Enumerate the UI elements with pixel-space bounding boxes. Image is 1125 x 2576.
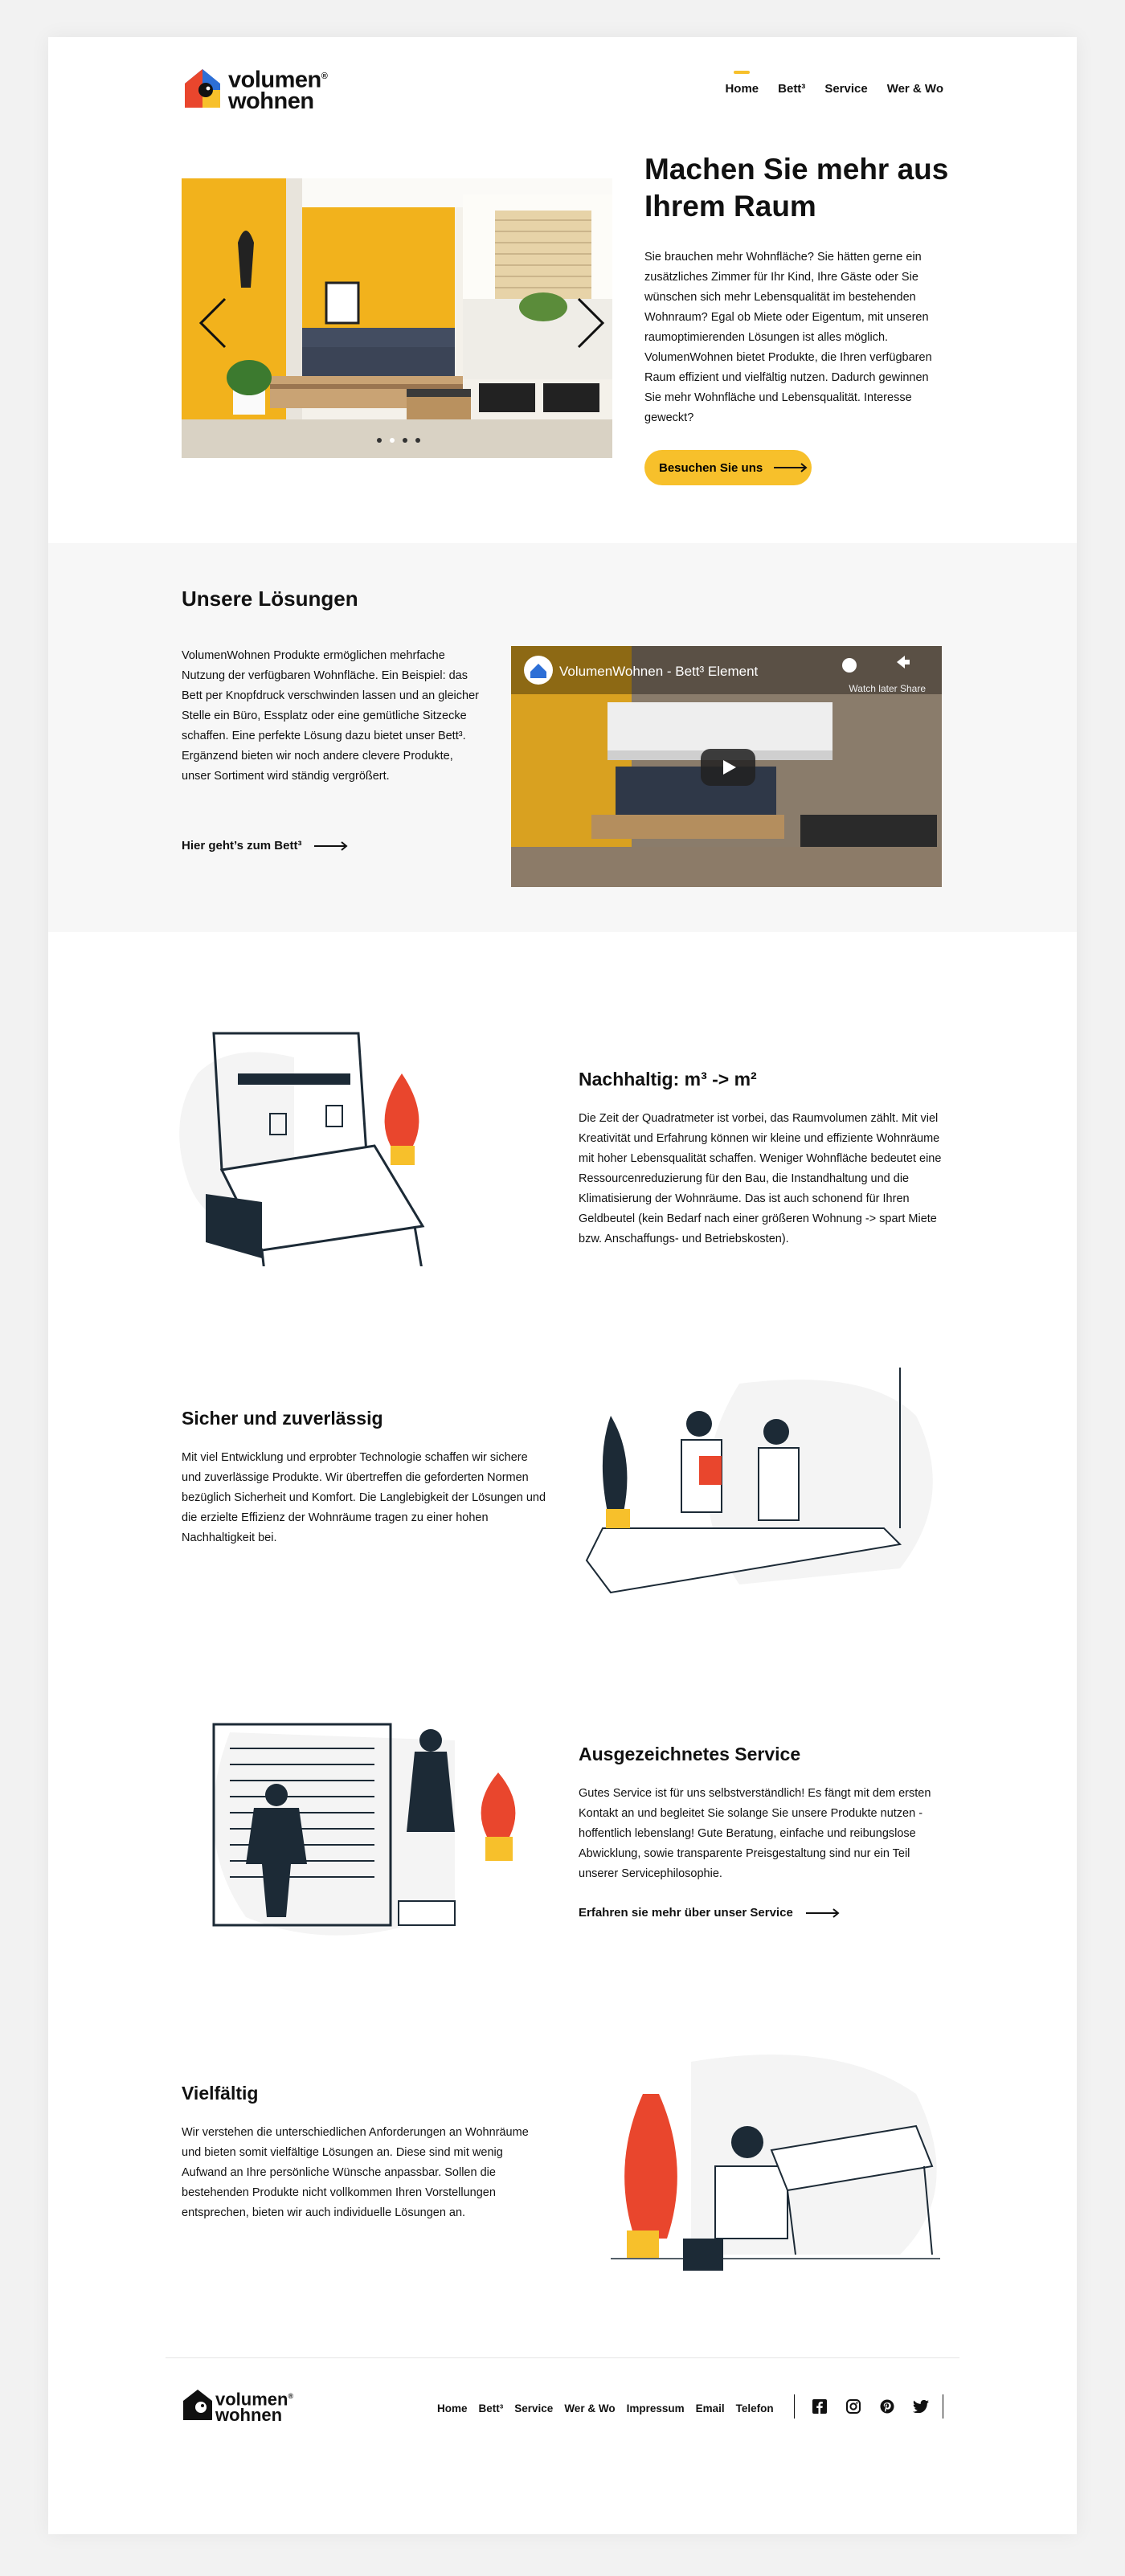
arrow-right-icon bbox=[805, 1907, 840, 1918]
footer-link-bett[interactable]: Bett³ bbox=[479, 2402, 504, 2414]
feature-secure-text: Mit viel Entwicklung und erprobter Techn… bbox=[182, 1451, 546, 1544]
page: volumen® wohnen Home Bett³ Service Wer &… bbox=[48, 37, 1077, 2534]
main-nav: Home Bett³ Service Wer & Wo bbox=[725, 82, 943, 96]
feature-sustainable-text: Die Zeit der Quadratmeter ist vorbei, da… bbox=[579, 1112, 942, 1245]
footer-link-impressum[interactable]: Impressum bbox=[627, 2402, 685, 2414]
logo-text: volumen® wohnen bbox=[228, 67, 328, 114]
footer-link-wer-wo[interactable]: Wer & Wo bbox=[564, 2402, 615, 2414]
nav-wer-wo[interactable]: Wer & Wo bbox=[887, 82, 943, 96]
feature-sustainable-title: Nachhaltig: m³ -> m² bbox=[579, 1069, 757, 1090]
video-actions-label[interactable]: Watch later Share bbox=[849, 683, 926, 694]
logo[interactable]: volumen® wohnen bbox=[182, 66, 358, 114]
twitter-icon[interactable] bbox=[912, 2398, 930, 2415]
footer-logo-text: volumen® wohnen bbox=[215, 2389, 294, 2426]
social-links bbox=[794, 2394, 943, 2419]
nav-bett[interactable]: Bett³ bbox=[778, 82, 805, 96]
solutions-section: Unsere Lösungen VolumenWohnen Produkte e… bbox=[48, 543, 1077, 932]
logo-house-icon bbox=[183, 2390, 212, 2420]
bett-link-label: Hier geht’s zum Bett³ bbox=[182, 839, 302, 853]
arrow-right-icon bbox=[314, 840, 349, 851]
service-illustration bbox=[198, 1708, 535, 1961]
nav-home[interactable]: Home bbox=[725, 82, 759, 96]
footer-divider bbox=[166, 2357, 959, 2358]
logo-house-icon bbox=[185, 69, 220, 108]
instagram-icon[interactable] bbox=[845, 2398, 862, 2415]
footer-link-telefon[interactable]: Telefon bbox=[736, 2402, 774, 2414]
bett-link[interactable]: Hier geht’s zum Bett³ bbox=[182, 839, 349, 853]
hero-title: Machen Sie mehr aus Ihrem Raum bbox=[644, 153, 949, 223]
footer-logo[interactable]: volumen® wohnen bbox=[182, 2388, 318, 2430]
pinterest-icon[interactable] bbox=[878, 2398, 896, 2415]
hero-room-image bbox=[182, 178, 612, 458]
bed-illustration bbox=[166, 1025, 439, 1323]
feature-secure-title: Sicher und zuverlässig bbox=[182, 1408, 383, 1429]
watch-later-icon bbox=[842, 658, 857, 673]
hero-carousel[interactable] bbox=[182, 178, 612, 458]
solutions-text: VolumenWohnen Produkte ermöglichen mehrf… bbox=[182, 649, 479, 783]
designer-illustration bbox=[595, 2046, 948, 2307]
video-title: VolumenWohnen - Bett³ Element bbox=[559, 664, 759, 679]
footer-link-home[interactable]: Home bbox=[437, 2402, 468, 2414]
video-player[interactable]: VolumenWohnen - Bett³ Element Watch late… bbox=[511, 646, 942, 887]
facebook-icon[interactable] bbox=[811, 2398, 828, 2415]
engineers-illustration bbox=[579, 1368, 948, 1629]
feature-service-title: Ausgezeichnetes Service bbox=[579, 1744, 801, 1764]
visit-us-label: Besuchen Sie uns bbox=[659, 460, 763, 475]
service-link-label: Erfahren sie mehr über unser Service bbox=[579, 1906, 793, 1920]
feature-service-text: Gutes Service ist für uns selbstverständ… bbox=[579, 1787, 931, 1880]
hero-text: Sie brauchen mehr Wohnfläche? Sie hätten… bbox=[644, 251, 932, 424]
play-button[interactable] bbox=[701, 749, 755, 786]
arrow-right-icon bbox=[774, 463, 808, 472]
service-link[interactable]: Erfahren sie mehr über unser Service bbox=[579, 1906, 840, 1920]
feature-versatile-text: Wir verstehen die unterschiedlichen Anfo… bbox=[182, 2126, 529, 2219]
visit-us-button[interactable]: Besuchen Sie uns bbox=[644, 450, 812, 485]
footer-nav: Home Bett³ Service Wer & Wo Impressum Em… bbox=[437, 2402, 774, 2414]
nav-service[interactable]: Service bbox=[824, 82, 867, 96]
footer-link-service[interactable]: Service bbox=[514, 2402, 553, 2414]
footer-link-email[interactable]: Email bbox=[696, 2402, 725, 2414]
feature-versatile-title: Vielfältig bbox=[182, 2083, 259, 2104]
solutions-title: Unsere Lösungen bbox=[182, 587, 358, 611]
